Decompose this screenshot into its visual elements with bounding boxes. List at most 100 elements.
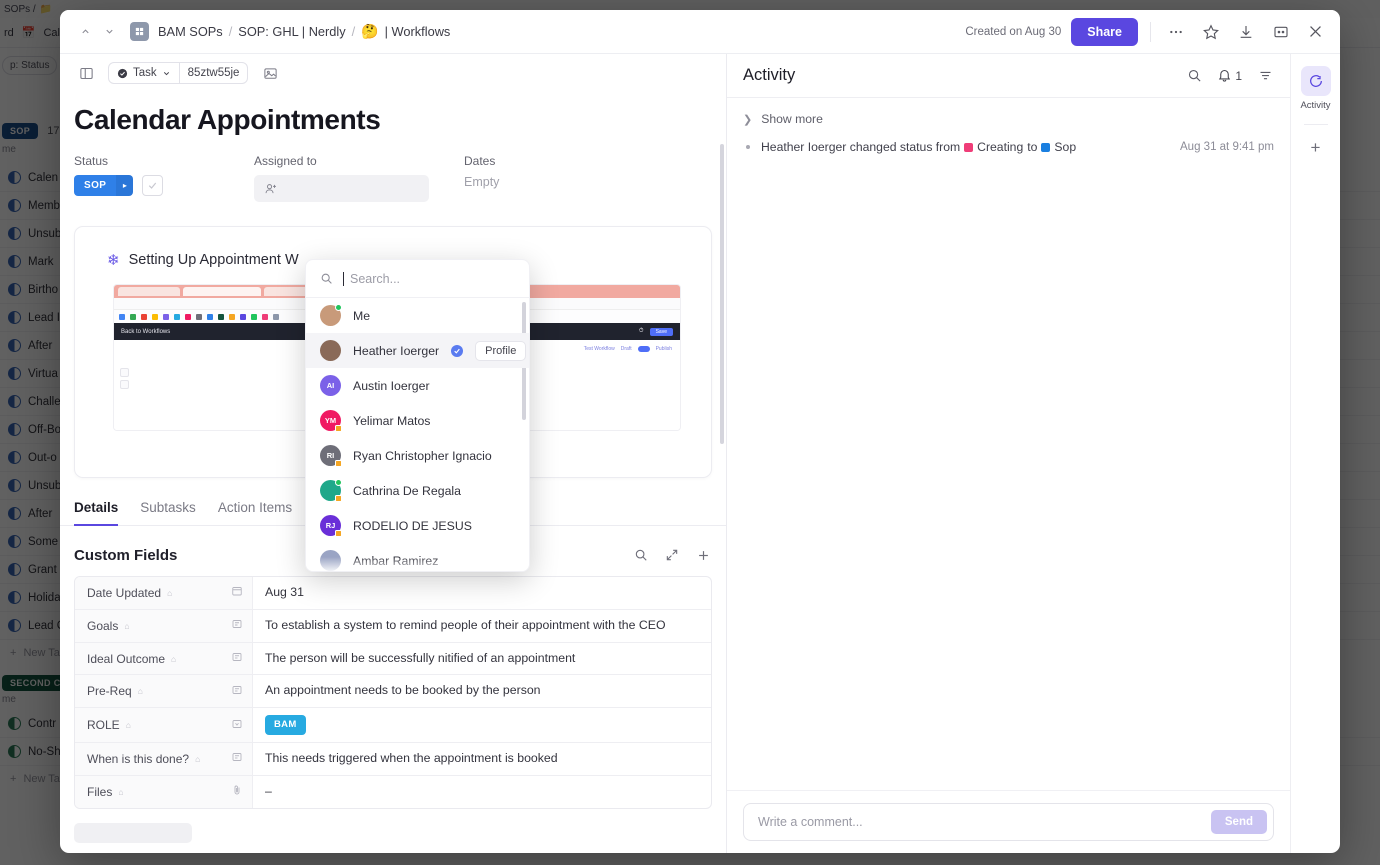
tab-subtasks[interactable]: Subtasks [140, 500, 196, 526]
bell-count: 1 [1235, 68, 1242, 83]
embed-zoom-controls [120, 368, 129, 392]
custom-field-value[interactable]: This needs triggered when the appointmen… [253, 743, 711, 775]
custom-field-key[interactable]: When is this done? ⌂ [75, 743, 253, 775]
assignee-name: Austin Ioerger [353, 378, 430, 393]
assignee-option[interactable]: RI Ryan Christopher Ignacio [306, 438, 529, 473]
custom-field-key[interactable]: Goals ⌂ [75, 609, 253, 642]
text-field-icon [231, 618, 243, 633]
custom-field-row: When is this done? ⌂ This needs triggered … [75, 743, 711, 776]
tab-action-items[interactable]: Action Items [218, 500, 292, 526]
expand-icon[interactable] [663, 546, 681, 564]
avatar: AI [320, 375, 341, 396]
custom-field-key[interactable]: Date Updated ⌂ [75, 577, 253, 609]
avatar: YM [320, 410, 342, 432]
custom-field-text: To establish a system to remind people o… [265, 617, 666, 632]
ellipsis-icon[interactable] [1163, 19, 1188, 44]
comment-box[interactable]: Write a comment... Send [743, 803, 1274, 841]
custom-field-key-label: Date Updated [87, 585, 162, 600]
away-badge-icon [335, 460, 342, 467]
status-next-arrow[interactable]: ▸ [116, 175, 134, 196]
custom-field-key-label: Goals [87, 618, 119, 633]
breadcrumb-item-2[interactable]: | Workflows [385, 24, 451, 39]
assignee-option[interactable]: Heather Ioerger Profile [306, 333, 529, 368]
page-title[interactable]: Calendar Appointments [60, 92, 726, 136]
modal-header: BAM SOPs / SOP: GHL | Nerdly / 🤔 | Workf… [60, 10, 1340, 54]
task-type-button[interactable]: Task [109, 63, 179, 83]
send-button[interactable]: Send [1210, 810, 1267, 834]
custom-field-value[interactable]: The person will be successfully nitified… [253, 643, 711, 675]
assignee-option[interactable]: RJ RODELIO DE JESUS [306, 508, 529, 543]
custom-field-key[interactable]: Ideal Outcome ⌂ [75, 642, 253, 675]
custom-field-key[interactable]: Files ⌂ [75, 775, 253, 808]
assignee-search-row[interactable]: Search... [306, 260, 529, 298]
assignee-option[interactable]: Me [306, 298, 529, 333]
activity-rail-label: Activity [1300, 100, 1331, 111]
image-icon[interactable] [258, 61, 282, 85]
fullscreen-icon[interactable] [1268, 19, 1293, 44]
avatar [320, 479, 342, 502]
assigned-to-field[interactable] [254, 175, 429, 202]
header-actions: Created on Aug 30 Share [965, 17, 1328, 46]
search-input[interactable]: Search... [350, 272, 400, 286]
filter-icon[interactable] [1256, 67, 1274, 85]
custom-field-value[interactable]: – [253, 776, 711, 808]
panel-toggle-icon[interactable] [74, 61, 98, 85]
tab-details[interactable]: Details [74, 500, 119, 526]
custom-field-key[interactable]: ROLE ⌂ [75, 708, 253, 743]
custom-field-value[interactable]: Aug 31 [253, 577, 711, 609]
task-detail-pane: Task 85ztw55je Calendar Appointments Sta… [60, 54, 727, 853]
right-rail: Activity + [1290, 54, 1340, 853]
custom-field-key-label: Pre-Req [87, 684, 132, 699]
comment-input[interactable]: Write a comment... [758, 815, 1211, 829]
profile-button[interactable]: Profile [475, 340, 527, 361]
chevron-down-icon[interactable] [98, 21, 120, 43]
publish-toggle [637, 346, 650, 352]
activity-icon[interactable] [1300, 66, 1331, 96]
close-icon[interactable] [1303, 19, 1328, 44]
breadcrumb-item-1[interactable]: SOP: GHL | Nerdly [238, 24, 345, 39]
assignee-list[interactable]: Me Heather Ioerger Profile AI Austin Ioerger… [306, 298, 529, 571]
search-icon[interactable] [632, 546, 650, 564]
chevron-down-icon [163, 71, 169, 75]
dates-value[interactable]: Empty [464, 175, 499, 189]
check-icon[interactable] [142, 175, 164, 196]
task-modal: BAM SOPs / SOP: GHL | Nerdly / 🤔 | Workf… [60, 10, 1340, 853]
download-icon[interactable] [1233, 19, 1258, 44]
notifications-button[interactable]: 1 [1217, 68, 1242, 83]
show-more-button[interactable]: ❯ Show more [743, 112, 1274, 126]
breadcrumb-item-0[interactable]: BAM SOPs [158, 24, 223, 39]
embed-test-label: Test Workflow [583, 346, 615, 352]
plus-icon[interactable] [694, 546, 712, 564]
assignee-option[interactable]: YM Yelimar Matos [306, 403, 529, 438]
assignee-dropdown: Search... Me Heather Ioerger Profile AI Aust… [305, 259, 530, 572]
comment-bar: Write a comment... Send [727, 790, 1290, 853]
search-icon[interactable] [1185, 67, 1203, 85]
assignee-option[interactable]: AI Austin Ioerger [306, 368, 529, 403]
chevron-up-icon[interactable] [74, 21, 96, 43]
task-id[interactable]: 85ztw55je [180, 63, 248, 83]
bell-icon: ⌂ [118, 786, 124, 797]
share-button[interactable]: Share [1071, 17, 1138, 46]
assignee-option[interactable]: Cathrina De Regala [306, 473, 529, 508]
custom-field-text: – [265, 783, 272, 798]
status-color-swatch-to [1041, 142, 1051, 152]
header-divider [1150, 21, 1151, 42]
custom-field-value[interactable]: BAM [253, 708, 711, 742]
star-icon[interactable] [1198, 19, 1223, 44]
activity-pane: Activity 1 ❯ Show more Heather Ioerger c… [727, 54, 1290, 853]
custom-fields-actions [632, 546, 712, 564]
custom-field-value[interactable]: An appointment needs to be booked by the… [253, 675, 711, 707]
custom-fields-footer-stub [74, 822, 192, 843]
status-badge[interactable]: SOP ▸ [74, 175, 134, 196]
custom-field-row: Pre-Req ⌂ An appointment needs to be booke… [75, 675, 711, 709]
assignee-name: Yelimar Matos [353, 413, 431, 428]
custom-field-value[interactable]: To establish a system to remind people o… [253, 610, 711, 642]
left-pane-scrollbar[interactable] [720, 144, 724, 444]
activity-text: Heather Ioerger changed status from Crea… [761, 140, 1076, 154]
workspace-icon[interactable] [130, 22, 149, 41]
created-on-label: Created on Aug 30 [965, 25, 1062, 38]
chevron-right-icon: ❯ [743, 113, 753, 126]
breadcrumb: BAM SOPs / SOP: GHL | Nerdly / 🤔 | Workf… [158, 23, 450, 40]
add-panel-button[interactable]: + [1311, 138, 1321, 158]
custom-field-key[interactable]: Pre-Req ⌂ [75, 675, 253, 708]
